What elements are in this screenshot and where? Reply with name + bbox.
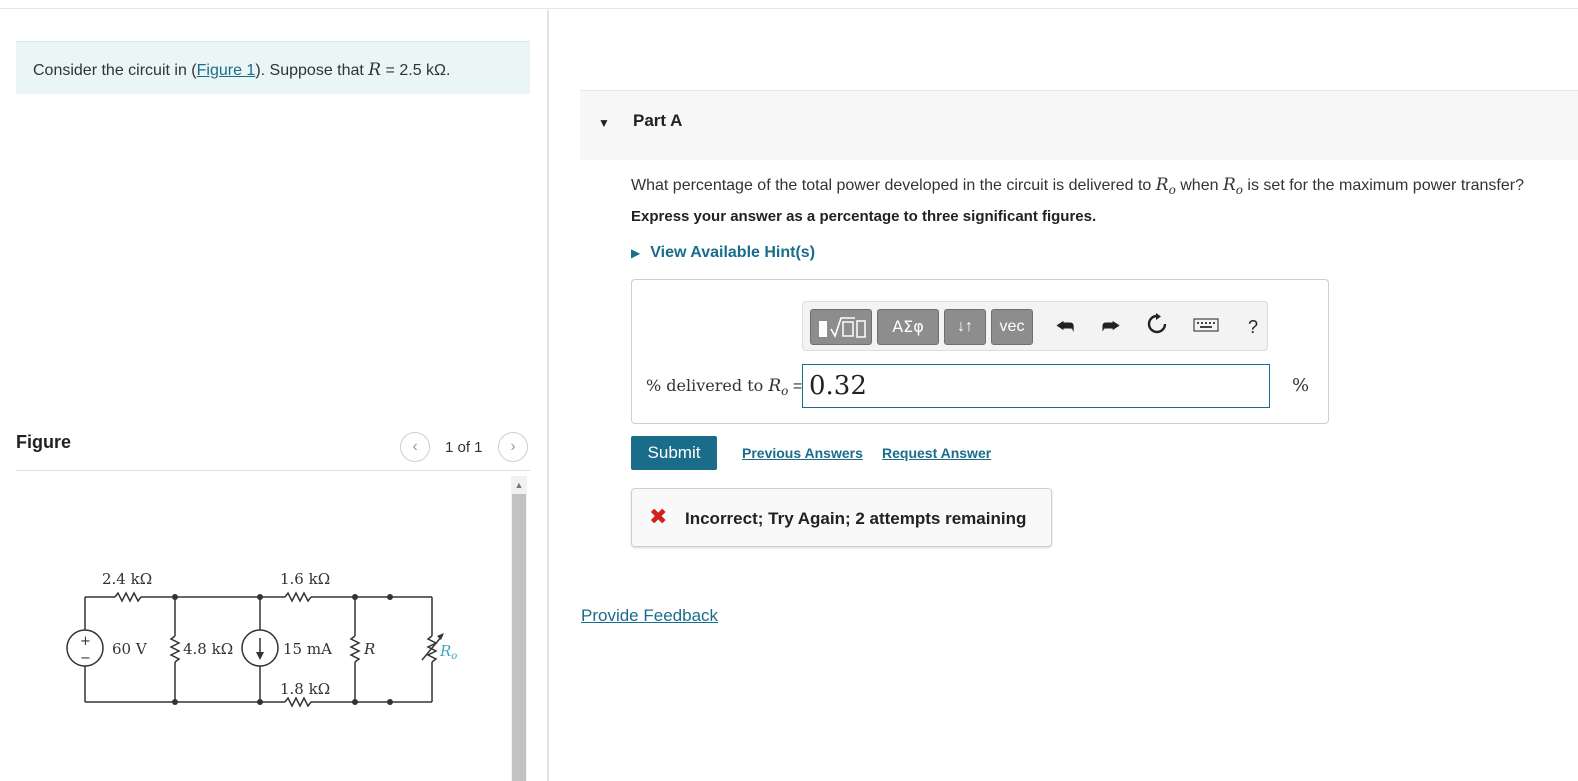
reset-icon[interactable] — [1143, 313, 1171, 341]
label-minus: − — [80, 651, 91, 666]
label-r-var: R — [363, 640, 375, 658]
problem-statement: Consider the circuit in (Figure 1). Supp… — [16, 41, 530, 94]
label-r-load: Ro — [439, 642, 457, 662]
label-r1: 2.4 kΩ — [102, 570, 152, 588]
figure-scrollbar[interactable]: ▲ — [511, 476, 527, 781]
label-r2: 1.6 kΩ — [280, 570, 330, 588]
feedback-message: ✖ Incorrect; Try Again; 2 attempts remai… — [631, 488, 1052, 547]
subscript-button[interactable]: ↓↑ — [944, 309, 986, 345]
figure-nav: ‹ 1 of 1 › — [400, 432, 530, 462]
answer-label: % delivered to Ro = — [646, 376, 803, 399]
redo-icon[interactable]: ⮫ — [1097, 313, 1125, 341]
help-button[interactable]: ? — [1239, 313, 1267, 341]
keyboard-icon[interactable] — [1191, 313, 1221, 341]
instruction-text: Express your answer as a percentage to t… — [631, 208, 1097, 225]
scroll-up-icon[interactable]: ▲ — [511, 478, 527, 492]
request-answer-link[interactable]: Request Answer — [882, 445, 991, 461]
problem-prefix: Consider the circuit in ( — [33, 62, 197, 79]
vector-button[interactable]: vec — [991, 309, 1033, 345]
math-toolbar: ΑΣφ ↓↑ vec ⮪ ⮫ ? — [802, 301, 1268, 351]
part-header[interactable]: ▼ Part A — [580, 90, 1578, 160]
previous-answers-link[interactable]: Previous Answers — [742, 445, 863, 461]
chevron-left-icon[interactable]: ‹ — [400, 432, 430, 462]
pane-divider[interactable] — [547, 10, 549, 781]
figure-title: Figure — [16, 432, 72, 452]
templates-icon[interactable] — [810, 309, 872, 345]
answer-panel: ΑΣφ ↓↑ vec ⮪ ⮫ ? % delivered to Ro = 0.3… — [631, 279, 1329, 424]
label-source-i: 15 mA — [283, 640, 332, 658]
problem-middle: ). Suppose that — [255, 62, 369, 79]
question-text: What percentage of the total power devel… — [631, 175, 1524, 198]
hint-toggle[interactable]: ▶ View Available Hint(s) — [631, 244, 815, 262]
label-r3: 1.8 kΩ — [280, 680, 330, 698]
undo-icon[interactable]: ⮪ — [1051, 313, 1079, 341]
hint-label: View Available Hint(s) — [650, 244, 816, 261]
problem-value: = 2.5 kΩ. — [381, 62, 451, 79]
chevron-right-icon[interactable]: › — [498, 432, 528, 462]
feedback-text: Incorrect; Try Again; 2 attempts remaini… — [685, 509, 1027, 528]
figure-divider — [16, 470, 530, 471]
circuit-diagram: 2.4 kΩ 1.6 kΩ 1.8 kΩ 60 V 4.8 kΩ 15 mA R… — [66, 570, 457, 708]
caret-right-icon: ▶ — [631, 246, 641, 260]
x-icon: ✖ — [649, 504, 668, 529]
part-title: Part A — [633, 111, 683, 130]
provide-feedback-link[interactable]: Provide Feedback — [581, 606, 718, 626]
label-source-v: 60 V — [112, 640, 148, 658]
top-rule — [0, 8, 1578, 9]
scroll-thumb[interactable] — [512, 494, 526, 781]
answer-unit: % — [1292, 375, 1310, 396]
greek-symbols-button[interactable]: ΑΣφ — [877, 309, 939, 345]
label-plus: + — [80, 634, 91, 649]
submit-button[interactable]: Submit — [631, 436, 717, 470]
label-r4: 4.8 kΩ — [183, 640, 233, 658]
figure-counter: 1 of 1 — [445, 439, 483, 456]
figure-link[interactable]: Figure 1 — [197, 62, 256, 79]
answer-input[interactable]: 0.32 — [802, 364, 1270, 408]
problem-var: R — [368, 60, 382, 80]
caret-down-icon[interactable]: ▼ — [598, 116, 610, 130]
